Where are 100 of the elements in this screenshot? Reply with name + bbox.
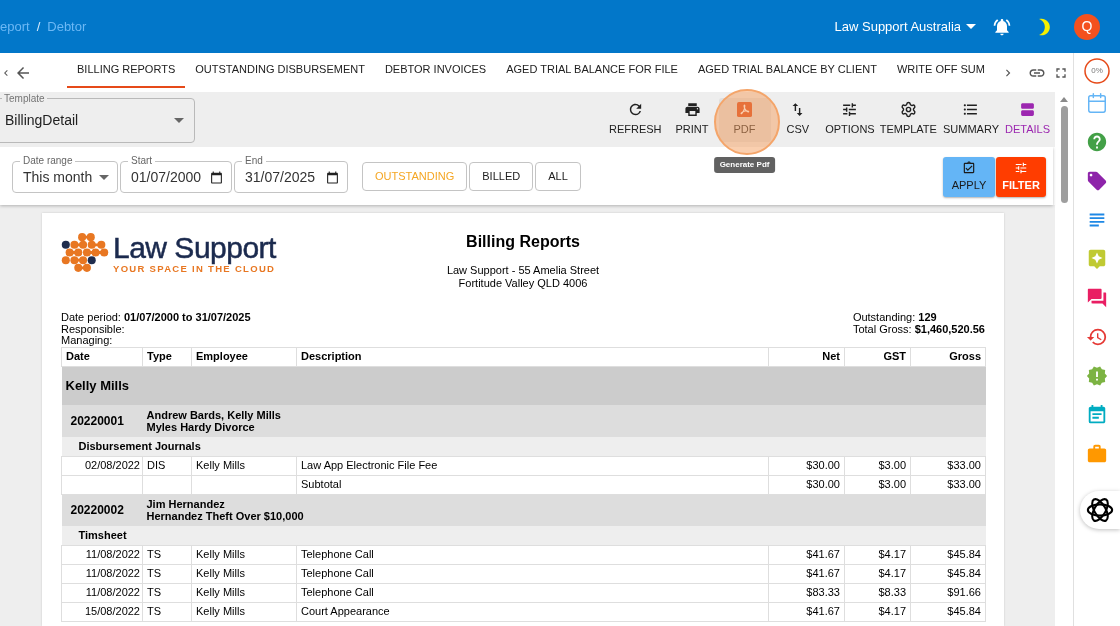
help-icon[interactable]	[1086, 131, 1108, 153]
column-header: GST	[844, 347, 911, 366]
table-cell: $33.00	[910, 456, 986, 475]
summary-button[interactable]: SUMMARY	[940, 97, 1001, 142]
group-header: Kelly Mills	[61, 366, 986, 405]
client-names: Andrew Bards, Kelly Mills	[146, 409, 281, 421]
table-cell: Kelly Mills	[191, 564, 297, 583]
table-cell: TS	[142, 583, 192, 602]
table-cell: $41.67	[768, 545, 845, 564]
history-icon[interactable]	[1086, 326, 1108, 348]
table-cell: Kelly Mills	[191, 545, 297, 564]
table-cell: $4.17	[844, 564, 911, 583]
apply-button[interactable]: APPLY	[943, 157, 995, 197]
table-cell: $45.84	[910, 602, 986, 621]
tab[interactable]: BILLING REPORTS	[67, 53, 186, 88]
settings-icon	[899, 101, 917, 119]
table-cell: $3.00	[844, 475, 911, 494]
field-label: Date range	[20, 155, 76, 167]
table-cell: Law App Electronic File Fee	[296, 456, 769, 475]
table-cell: $33.00	[910, 475, 986, 494]
status-toggle-button[interactable]: ALL	[535, 162, 581, 191]
template-button[interactable]: TEMPLATE	[877, 97, 939, 142]
table-cell: Kelly Mills	[191, 602, 297, 621]
address-line: Law Support - 55 Amelia Street	[446, 264, 600, 277]
tab[interactable]: DEBTOR INVOICES	[374, 53, 497, 88]
table-cell: $91.66	[910, 583, 986, 602]
caret-icon	[966, 24, 976, 29]
caret-icon	[174, 118, 184, 123]
scroll-up-icon[interactable]	[1060, 97, 1068, 102]
table-cell: $41.67	[768, 602, 845, 621]
table-cell: TS	[142, 602, 192, 621]
field-label: End	[242, 155, 266, 167]
table-cell: 15/08/2022	[61, 602, 143, 621]
bell-icon[interactable]	[992, 16, 1012, 37]
matter-title: Hernandez Theft Over $10,000	[146, 510, 304, 523]
column-header: Net	[768, 347, 845, 366]
report-summary-line: Total Gross: $1,460,520.56	[852, 323, 985, 335]
column-header: Description	[296, 347, 769, 366]
stacked-bars-icon	[1019, 101, 1036, 119]
column-header: Type	[142, 347, 192, 366]
csv-button[interactable]: CSV	[784, 97, 812, 142]
alert-badge-icon[interactable]	[1086, 365, 1108, 387]
caret-icon	[99, 174, 109, 180]
table-cell: 02/08/2022	[61, 456, 143, 475]
table-cell: $3.00	[844, 456, 911, 475]
status-toggle-button[interactable]: BILLED	[469, 162, 534, 191]
options-button[interactable]: OPTIONS	[823, 97, 877, 142]
sliders-icon	[1014, 160, 1028, 175]
report-meta-line: Responsible:	[61, 323, 126, 335]
report-meta-line: Managing:	[61, 335, 113, 347]
calendar-note-icon[interactable]	[1086, 404, 1108, 426]
organization-menu[interactable]: Law Support Australia	[834, 16, 976, 37]
table-cell: Kelly Mills	[191, 583, 297, 602]
table-cell: 11/08/2022	[61, 545, 143, 564]
tab[interactable]: AGED TRIAL BALANCE BY CLIENT	[687, 53, 887, 88]
refresh-button[interactable]: REFRESH	[606, 97, 664, 142]
table-cell: $30.00	[768, 475, 845, 494]
report-title: Billing Reports	[466, 232, 580, 252]
assistant-button[interactable]	[1080, 491, 1120, 529]
table-cell: $45.84	[910, 564, 986, 583]
table-cell: $4.17	[844, 602, 911, 621]
table-cell: 11/08/2022	[61, 583, 143, 602]
section-header: Timsheet	[61, 526, 986, 545]
chat-bubbles-icon[interactable]	[1086, 287, 1108, 309]
report-meta-line: Date period: 01/07/2000 to 31/07/2025	[61, 312, 251, 324]
dot-cluster-icon	[61, 232, 109, 273]
table-cell: DIS	[142, 456, 192, 475]
details-button[interactable]: DETAILS	[1002, 97, 1052, 142]
table-cell: $30.00	[768, 456, 845, 475]
tab[interactable]: OUTSTANDING DISBURSEMENT	[185, 53, 375, 88]
matter-number: 20220001	[70, 414, 125, 428]
table-cell: $8.33	[844, 583, 911, 602]
table-cell: Kelly Mills	[191, 456, 297, 475]
tab[interactable]: AGED TRIAL BALANCE FOR FILE	[496, 53, 688, 88]
knot-logo-icon	[1086, 496, 1114, 524]
briefcase-icon[interactable]	[1086, 443, 1108, 465]
table-cell: TS	[142, 545, 192, 564]
table-cell: $45.84	[910, 545, 986, 564]
column-header: Date	[61, 347, 143, 366]
calendar-icon[interactable]	[1086, 92, 1108, 114]
logo-tagline: YOUR SPACE IN THE CLOUD	[113, 263, 276, 274]
print-button[interactable]: PRINT	[673, 97, 711, 142]
progress-label: 0%	[1091, 67, 1103, 75]
subtotal-label: Subtotal	[296, 475, 769, 494]
sliders-icon	[841, 101, 859, 119]
tag-icon[interactable]	[1086, 170, 1108, 192]
logo-name: Law Support	[113, 232, 276, 263]
table-cell: Court Appearance	[296, 602, 769, 621]
matter-title: Myles Hardy Divorce	[146, 421, 256, 433]
table-cell: 11/08/2022	[61, 564, 143, 583]
pdf-icon	[737, 102, 753, 118]
matter-number: 20220002	[70, 503, 125, 517]
calendar-icon	[326, 170, 339, 184]
scrollbar-thumb[interactable]	[1060, 106, 1068, 203]
filter-button[interactable]: FILTER	[996, 157, 1046, 197]
clipboard-check-icon	[962, 160, 976, 175]
tab[interactable]: WRITE OFF SUM	[886, 53, 995, 88]
printer-icon	[683, 101, 701, 119]
column-header: Employee	[191, 347, 297, 366]
progress-ring-icon[interactable]	[1084, 58, 1110, 84]
